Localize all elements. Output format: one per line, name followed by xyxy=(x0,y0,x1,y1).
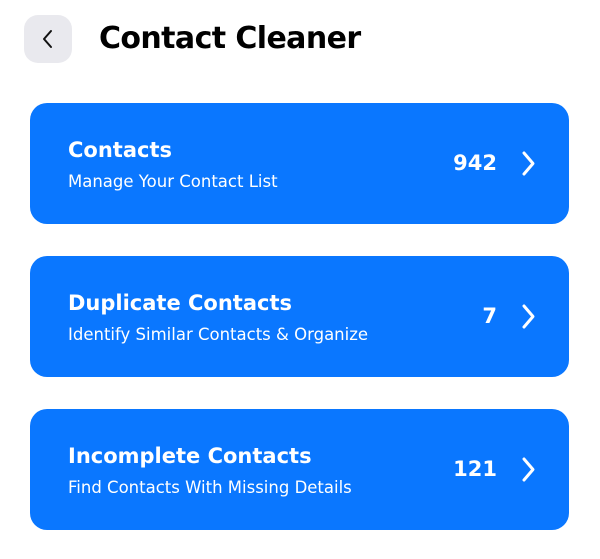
card-contacts[interactable]: Contacts Manage Your Contact List 942 xyxy=(30,103,569,224)
chevron-right-icon xyxy=(522,151,535,176)
card-incomplete-contacts[interactable]: Incomplete Contacts Find Contacts With M… xyxy=(30,409,569,530)
card-title: Incomplete Contacts xyxy=(68,444,312,468)
chevron-left-icon xyxy=(43,30,52,48)
card-title: Contacts xyxy=(68,138,172,162)
header: Contact Cleaner xyxy=(0,0,600,80)
card-subtitle: Manage Your Contact List xyxy=(68,172,278,191)
count-badge: 942 xyxy=(453,151,497,175)
card-duplicate-contacts[interactable]: Duplicate Contacts Identify Similar Cont… xyxy=(30,256,569,377)
chevron-right-icon xyxy=(522,457,535,482)
page-title: Contact Cleaner xyxy=(99,21,361,56)
back-button[interactable] xyxy=(24,15,72,63)
card-title: Duplicate Contacts xyxy=(68,291,293,315)
count-badge: 121 xyxy=(453,457,497,481)
count-badge: 7 xyxy=(482,304,497,328)
card-subtitle: Find Contacts With Missing Details xyxy=(68,478,352,497)
chevron-right-icon xyxy=(522,304,535,329)
card-subtitle: Identify Similar Contacts & Organize xyxy=(68,325,369,344)
